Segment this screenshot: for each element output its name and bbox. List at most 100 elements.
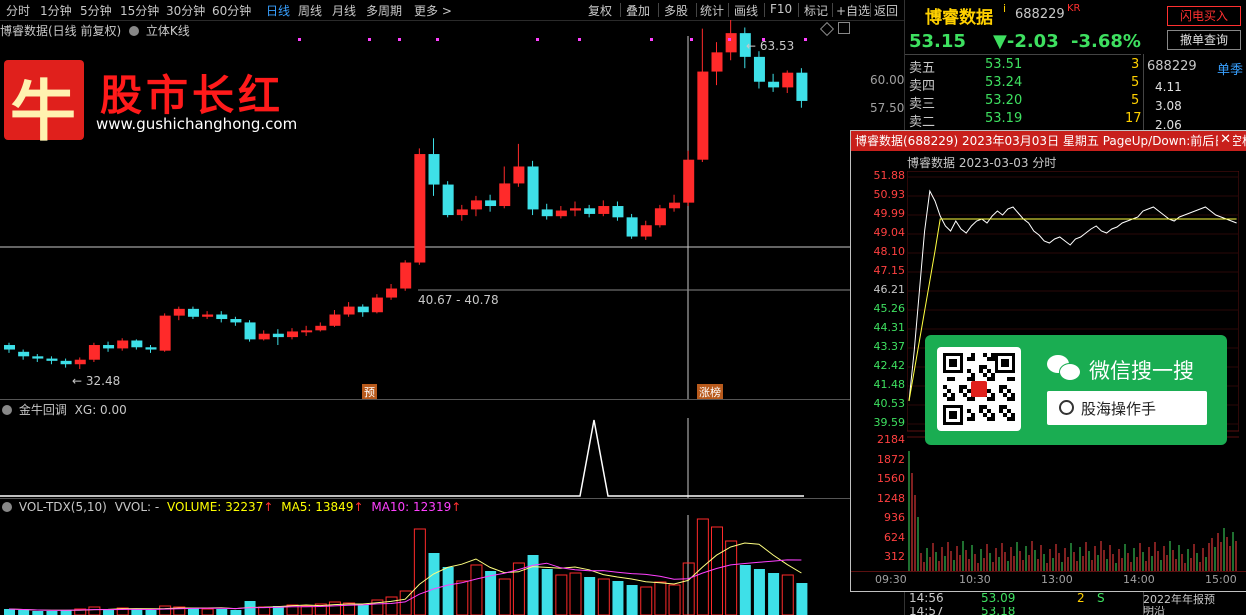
jinniu-chart[interactable] (0, 400, 850, 498)
candle-body (117, 340, 129, 349)
volume-chart[interactable] (0, 515, 850, 615)
marker-dot (368, 38, 371, 41)
candle-body (442, 184, 454, 216)
btn-overlay[interactable]: 叠加 (626, 2, 650, 19)
qr-module (967, 369, 971, 373)
candle-body (32, 356, 44, 359)
volume-bar (385, 596, 398, 615)
side-val: 4.11 (1155, 80, 1182, 94)
tab-weekly[interactable]: 周线 (298, 2, 322, 19)
qr-module (963, 385, 967, 389)
orderbook-row[interactable]: 卖二 53.19 17 (909, 111, 1142, 130)
tag-forecast[interactable]: 预 (362, 384, 377, 400)
tab-more[interactable]: 更多 > (414, 2, 452, 19)
tab-60min[interactable]: 60分钟 (212, 2, 251, 19)
wechat-title: 微信搜一搜 (1089, 359, 1194, 383)
side-code: 688229 (1147, 59, 1197, 74)
popup-close-icon[interactable]: ✕ (1218, 132, 1233, 147)
tag-limit-list[interactable]: 涨榜 (697, 384, 723, 400)
wechat-search-card[interactable]: 微信搜一搜 股海操作手 (925, 335, 1227, 445)
price-tick: 42.42 (873, 359, 906, 372)
tab-30min[interactable]: 30分钟 (166, 2, 205, 19)
vol-volume: VOLUME: 32237 (167, 500, 264, 514)
tick-vol: 2 (1077, 591, 1085, 605)
candle-body (612, 206, 624, 218)
btn-draw[interactable]: 画线 (734, 2, 758, 19)
volume-bar (485, 571, 497, 615)
orderbook-row[interactable]: 卖五 53.51 3 (909, 57, 1141, 76)
tab-fenshi[interactable]: 分时 (6, 2, 30, 19)
volume-tick: 1248 (877, 491, 905, 505)
tab-1min[interactable]: 1分钟 (40, 2, 72, 19)
qr-module (1011, 397, 1015, 401)
vol-gear-icon[interactable] (2, 502, 12, 512)
flash-buy-button[interactable]: 闪电买入 (1167, 6, 1241, 26)
candle-body (145, 347, 157, 350)
time-tick: 13:00 (1041, 573, 1073, 586)
ob-price: 53.19 (985, 111, 1023, 126)
candle-body (301, 330, 313, 333)
ob-vol: 3 (1131, 57, 1140, 72)
btn-mark[interactable]: 标记 (804, 2, 828, 19)
candle-body (315, 325, 327, 331)
qr-module (979, 409, 983, 413)
price-tick: 43.37 (873, 340, 906, 353)
qr-module (991, 357, 995, 361)
tab-multi-period[interactable]: 多周期 (366, 2, 402, 19)
kline-chart[interactable] (0, 20, 850, 400)
qr-module (987, 409, 991, 413)
qr-logo (971, 381, 987, 397)
btn-multi-stock[interactable]: 多股 (664, 2, 688, 19)
intraday-popup[interactable]: 博睿数据(688229) 2023年03月03日 星期五 PageUp/Down… (850, 130, 1246, 592)
qr-module (959, 385, 963, 389)
candle-body (456, 209, 468, 216)
orderbook-row[interactable]: 卖三 53.20 5 (909, 93, 1141, 112)
volume-bar (413, 528, 426, 615)
volume-bar (753, 569, 765, 615)
candle-body (357, 306, 369, 313)
candle-body (187, 308, 199, 317)
vol-arrow-1: ↑ (263, 500, 274, 514)
candle-body (598, 206, 610, 214)
qr-module (991, 377, 995, 381)
volume-bar (612, 581, 624, 615)
tab-monthly[interactable]: 月线 (332, 2, 356, 19)
volume-bar (527, 555, 539, 615)
qr-module (987, 389, 991, 393)
wechat-search-box[interactable]: 股海操作手 (1047, 391, 1207, 425)
candle-body (400, 262, 412, 289)
btn-f10[interactable]: F10 (770, 2, 792, 16)
qr-module (947, 389, 951, 393)
qr-finder (949, 359, 957, 367)
vol-ma5: MA5: 13849 (281, 500, 354, 514)
price-tick: 41.48 (873, 378, 906, 391)
ob-label: 卖二 (909, 115, 936, 130)
search-icon (1059, 400, 1074, 415)
candle-body (103, 345, 115, 349)
btn-stats[interactable]: 统计 (700, 2, 724, 19)
candle-body (640, 225, 652, 237)
btn-add-watchlist[interactable]: +自选 (836, 2, 870, 19)
tab-15min[interactable]: 15分钟 (120, 2, 159, 19)
candle-body (584, 208, 596, 214)
volume-bar (541, 569, 553, 615)
price-tick: 50.93 (873, 188, 906, 201)
last-price: 53.15 (909, 31, 966, 52)
tab-daily[interactable]: 日线 (266, 2, 290, 19)
cancel-query-button[interactable]: 撤单查询 (1167, 30, 1241, 50)
volume-tick: 1872 (877, 452, 905, 466)
tab-5min[interactable]: 5分钟 (80, 2, 112, 19)
orderbook-row[interactable]: 卖四 53.24 5 (909, 75, 1141, 94)
popup-titlebar[interactable]: 博睿数据(688229) 2023年03月03日 星期五 PageUp/Down… (851, 131, 1246, 151)
side-label[interactable]: 单季 (1217, 59, 1243, 78)
volume-bar (18, 610, 30, 615)
btn-fuquan[interactable]: 复权 (588, 2, 612, 19)
vol-vvol: VVOL: - (114, 500, 160, 514)
qr-module (943, 393, 947, 397)
btn-back[interactable]: 返回 (874, 2, 898, 19)
candle-body (499, 183, 511, 207)
volume-bar (60, 610, 72, 615)
volume-bar (640, 586, 653, 615)
qr-module (971, 373, 975, 377)
candle-body (216, 314, 228, 320)
